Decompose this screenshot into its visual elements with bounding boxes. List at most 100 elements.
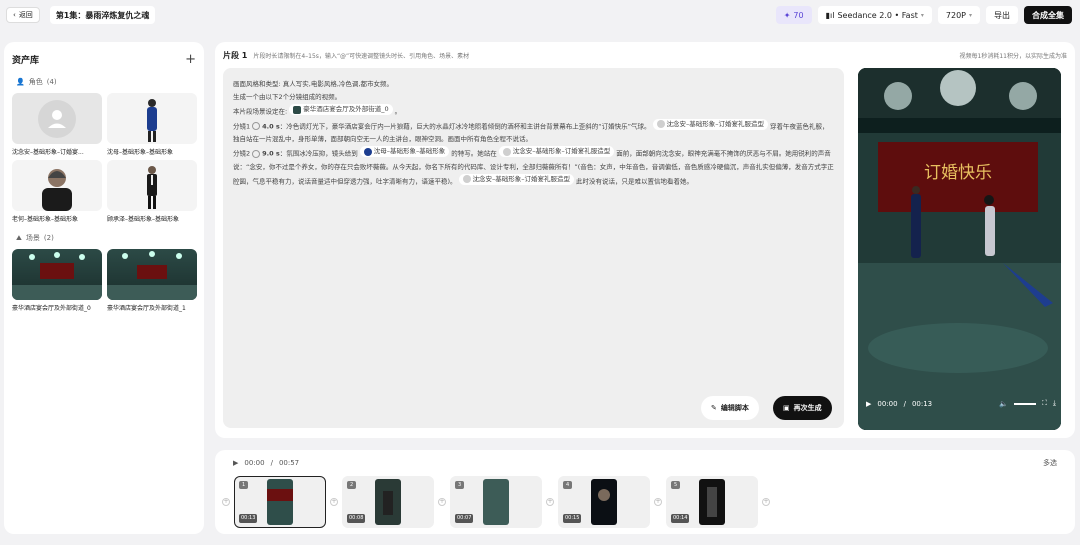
character-reference-chip[interactable]: 沈母–基础形象–基础形象 [359, 146, 450, 157]
video-preview[interactable]: 订婚快乐 ▶ 00:00 / 00:13 🔈 ⛶ ⤓ [858, 68, 1061, 430]
chevron-down-icon: ▾ [920, 11, 924, 19]
avatar-icon [363, 147, 372, 156]
characters-section-header: 👤 角色 (4) [16, 78, 57, 86]
regenerate-button[interactable]: ▣ 再次生成 [773, 396, 832, 420]
export-button[interactable]: 导出 [986, 6, 1018, 24]
shot-duration[interactable]: 4.0 s [262, 122, 280, 130]
timeline-clip[interactable]: 3 00:07 [450, 476, 542, 528]
segment-editor: 片段 1 片段时长请限制在4–15s，输入“@”可快速调整镜头时长、引用角色、场景… [215, 42, 1075, 438]
add-asset-button[interactable]: + [185, 52, 196, 67]
scene-thumbnail [12, 249, 102, 300]
scene-reference-chip[interactable]: 豪华酒店宴会厅及外部街道_0 [289, 104, 393, 115]
add-clip-icon[interactable]: + [222, 498, 230, 506]
add-clip-icon[interactable]: + [438, 498, 446, 506]
scene-thumb-icon [293, 105, 302, 114]
total-time: 00:13 [911, 399, 933, 408]
character-card[interactable]: 顾承泽–基础形象–基础形象 [107, 160, 197, 223]
edit-script-button[interactable]: ✎ 编辑脚本 [701, 396, 759, 420]
asset-library-title: 资产库 [12, 56, 40, 66]
script-text-area[interactable]: 画面风格和类型: 真人写实,电影风格,冷色调,都市女频。 生成一个由以下2个分镜… [223, 68, 844, 428]
timeline-current-time: 00:00 [244, 459, 265, 467]
character-name: 老何–基础形象–基础形象 [12, 216, 79, 223]
multi-select-button[interactable]: 多选 [1043, 458, 1057, 468]
character-card[interactable]: 沈母–基础形象–基础形象 [107, 93, 197, 156]
character-reference-chip[interactable]: 沈念安–基础形象–订婚宴礼服造型 [652, 118, 769, 130]
script-line: 画面风格和类型: 真人写实,电影风格,冷色调,都市女频。 [233, 80, 393, 88]
add-clip-icon[interactable]: + [654, 498, 662, 506]
character-name: 沈母–基础形象–基础形象 [107, 149, 174, 156]
character-reference-chip[interactable]: 沈念安–基础形象–订婚宴礼服造型 [458, 173, 575, 185]
time-divider: / [270, 459, 273, 467]
scene-name: 豪华酒店宴会厅及外部街道_1 [107, 305, 186, 312]
timeline-clip[interactable]: 2 00:08 [342, 476, 434, 528]
add-clip-icon[interactable]: + [762, 498, 770, 506]
clip-thumbnail [375, 479, 401, 525]
timeline-clip[interactable]: 5 00:14 [666, 476, 758, 528]
avatar-icon [656, 120, 665, 128]
chevron-down-icon: ▾ [968, 11, 972, 19]
clip-thumbnail [267, 479, 293, 525]
character-thumbnail [107, 160, 197, 211]
top-bar: ‹ 返回 第1集：暴雨淬炼复仇之魂 ✦ 70 ▮ıl Seedance 2.0 • F… [0, 0, 1080, 30]
compose-all-button[interactable]: 合成全集 [1024, 6, 1072, 24]
segment-hint: 片段时长请限制在4–15s，输入“@”可快速调整镜头时长、引用角色、场景、素材 [253, 53, 470, 60]
character-reference-chip[interactable]: 沈念安–基础形象–订婚宴礼服造型 [498, 146, 615, 157]
shot-duration[interactable]: 9.0 s [262, 150, 280, 158]
script-line: 生成一个由以下2个分镜组成的视频。 [233, 93, 342, 101]
bars-icon: ▮ıl [825, 10, 835, 20]
character-card[interactable]: 老何–基础形象–基础形象 [12, 160, 102, 223]
avatar-icon [462, 175, 471, 183]
scene-card[interactable]: 豪华酒店宴会厅及外部街道_0 [12, 249, 102, 312]
video-controls: ▶ 00:00 / 00:13 🔈 ⛶ ⤓ [866, 399, 1056, 408]
cost-note: 视频每1秒消耗11积分，以实际生成为准 [959, 53, 1067, 60]
timeline: ▶ 00:00 / 00:57 多选 + 1 00:13 + 2 00:08 + 3 00:… [215, 450, 1075, 534]
clip-thumbnail [699, 479, 725, 525]
play-icon[interactable]: ▶ [233, 459, 238, 467]
add-clip-icon[interactable]: + [546, 498, 554, 506]
mountain-icon: ⛰ [16, 233, 22, 242]
shot-1: 分镜1 4.0 s：冷色调灯光下，豪华酒店宴会厅内一片狼藉，巨大的水晶灯冰冷地照着… [233, 118, 829, 143]
scene-thumbnail [107, 249, 197, 300]
character-card[interactable]: 沈念安–基础形象–订婚宴... [12, 93, 102, 156]
volume-slider[interactable] [1013, 402, 1036, 405]
volume-icon[interactable]: 🔈 [999, 400, 1008, 408]
scene-card[interactable]: 豪华酒店宴会厅及外部街道_1 [107, 249, 197, 312]
character-thumbnail [107, 93, 197, 144]
shot-2: 分镜2 9.0 s：氛围冰冷压抑，镜头给到 沈母–基础形象–基础形象 的特写。她站在沈… [233, 146, 834, 185]
add-clip-icon[interactable]: + [330, 498, 338, 506]
scene-name: 豪华酒店宴会厅及外部街道_0 [12, 305, 91, 312]
timeline-clip[interactable]: 1 00:13 [234, 476, 326, 528]
clip-thumbnail [483, 479, 509, 525]
sparkle-icon: ✦ [783, 10, 791, 20]
scene-line: 本片段场景设定在: 豪华酒店宴会厅及外部街道_0。 [233, 104, 402, 116]
segment-title: 片段 1 [223, 51, 248, 60]
person-icon: 👤 [16, 78, 25, 86]
avatar-icon [502, 147, 511, 156]
download-icon[interactable]: ⤓ [1053, 399, 1056, 408]
current-time: 00:00 [877, 399, 898, 408]
pencil-icon: ✎ [711, 403, 717, 412]
character-name: 沈念安–基础形象–订婚宴... [12, 149, 84, 156]
clip-thumbnail [591, 479, 617, 525]
chevron-left-icon: ‹ [13, 11, 16, 19]
model-select[interactable]: ▮ıl Seedance 2.0 • Fast ▾ [817, 6, 932, 24]
scenes-section-header: ⛰ 场景 (2) [16, 233, 54, 243]
timeline-clip[interactable]: 4 00:15 [558, 476, 650, 528]
character-name: 顾承泽–基础形象–基础形象 [107, 216, 180, 223]
video-banner-text: 订婚快乐 [924, 163, 992, 183]
play-icon[interactable]: ▶ [866, 400, 871, 408]
time-divider: / [903, 399, 906, 408]
asset-library: 资产库 + 👤 角色 (4) 沈念安–基础形象–订婚宴... 沈母–基础形象–基础形象… [4, 42, 204, 534]
character-thumbnail [12, 160, 102, 211]
video-frame: 订婚快乐 [858, 68, 1061, 430]
resolution-select[interactable]: 720P ▾ [937, 6, 980, 24]
credits-badge[interactable]: ✦ 70 [775, 6, 812, 24]
clock-icon [252, 122, 261, 130]
back-button[interactable]: ‹ 返回 [6, 7, 40, 23]
film-icon: ▣ [783, 403, 790, 412]
fullscreen-icon[interactable]: ⛶ [1042, 399, 1047, 408]
clock-icon [252, 149, 261, 158]
timeline-total-time: 00:57 [278, 459, 300, 467]
episode-title: 第1集：暴雨淬炼复仇之魂 [49, 6, 156, 24]
avatar-placeholder [12, 93, 102, 144]
